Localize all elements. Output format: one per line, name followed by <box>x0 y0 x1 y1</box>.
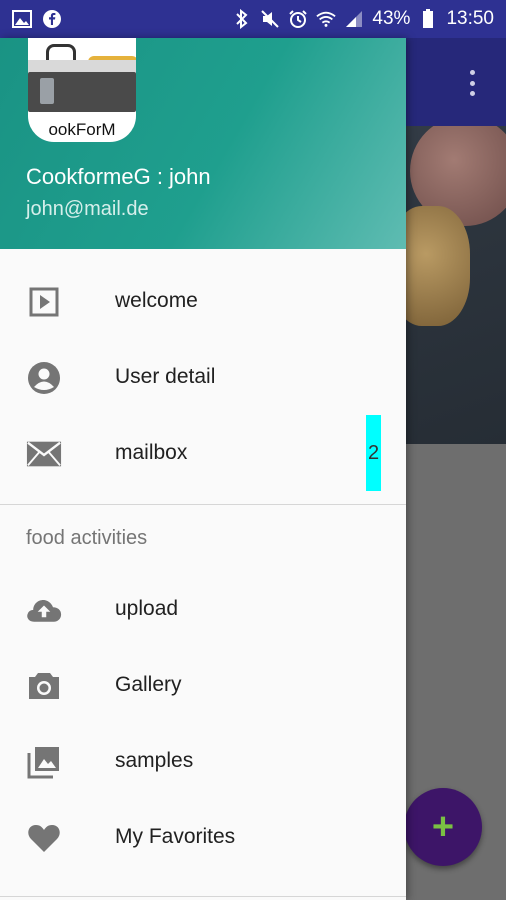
bluetooth-icon <box>232 9 252 29</box>
menu-item-label: User detail <box>115 365 216 388</box>
facebook-icon <box>42 9 62 29</box>
menu-item-label: welcome <box>115 289 198 312</box>
camera-icon <box>26 669 62 703</box>
battery-percent: 43% <box>372 8 411 29</box>
add-icon: + <box>431 805 455 848</box>
drawer-header: ookForM CookformeG : john john@mail.de <box>0 38 406 249</box>
alarm-icon <box>288 9 308 29</box>
divider <box>0 896 406 897</box>
menu-item-my-favorites[interactable]: My Favorites <box>0 799 406 875</box>
overflow-menu-icon[interactable] <box>462 68 482 98</box>
wifi-icon <box>316 9 337 29</box>
menu-item-user-detail[interactable]: User detail <box>0 339 406 415</box>
menu-item-label: Gallery <box>115 673 182 696</box>
battery-icon <box>418 9 438 29</box>
menu-item-label: upload <box>115 597 179 620</box>
add-fab-button[interactable]: + <box>404 788 482 866</box>
account-icon <box>26 361 62 395</box>
avatar-logo-text: ookForM <box>48 120 116 139</box>
menu-item-upload[interactable]: upload <box>0 571 406 647</box>
menu-item-gallery[interactable]: Gallery <box>0 647 406 723</box>
menu-item-label: My Favorites <box>115 825 236 848</box>
play-icon <box>26 285 62 319</box>
section-title: food activities <box>26 526 148 549</box>
mute-icon <box>260 9 280 29</box>
menu-item-samples[interactable]: samples <box>0 723 406 799</box>
drawer-menu: welcome User detail mailbox 2 food activ… <box>0 263 406 875</box>
user-email: john@mail.de <box>26 198 149 220</box>
menu-item-label: mailbox <box>115 441 188 464</box>
signal-icon <box>344 9 364 29</box>
photo-library-icon <box>26 745 62 779</box>
mail-icon <box>26 437 62 471</box>
navigation-drawer: ookForM CookformeG : john john@mail.de w… <box>0 38 406 900</box>
menu-item-label: samples <box>115 749 194 772</box>
cloud-upload-icon <box>26 593 62 627</box>
clock: 13:50 <box>446 8 494 29</box>
image-icon <box>12 9 32 29</box>
user-name: CookformeG : john <box>26 164 211 189</box>
menu-item-mailbox[interactable]: mailbox 2 <box>0 415 406 491</box>
avatar[interactable]: ookForM <box>28 38 136 142</box>
heart-icon <box>26 821 62 855</box>
unread-badge: 2 <box>366 415 381 491</box>
status-bar: 43% 13:50 <box>0 0 506 38</box>
menu-item-welcome[interactable]: welcome <box>0 263 406 339</box>
